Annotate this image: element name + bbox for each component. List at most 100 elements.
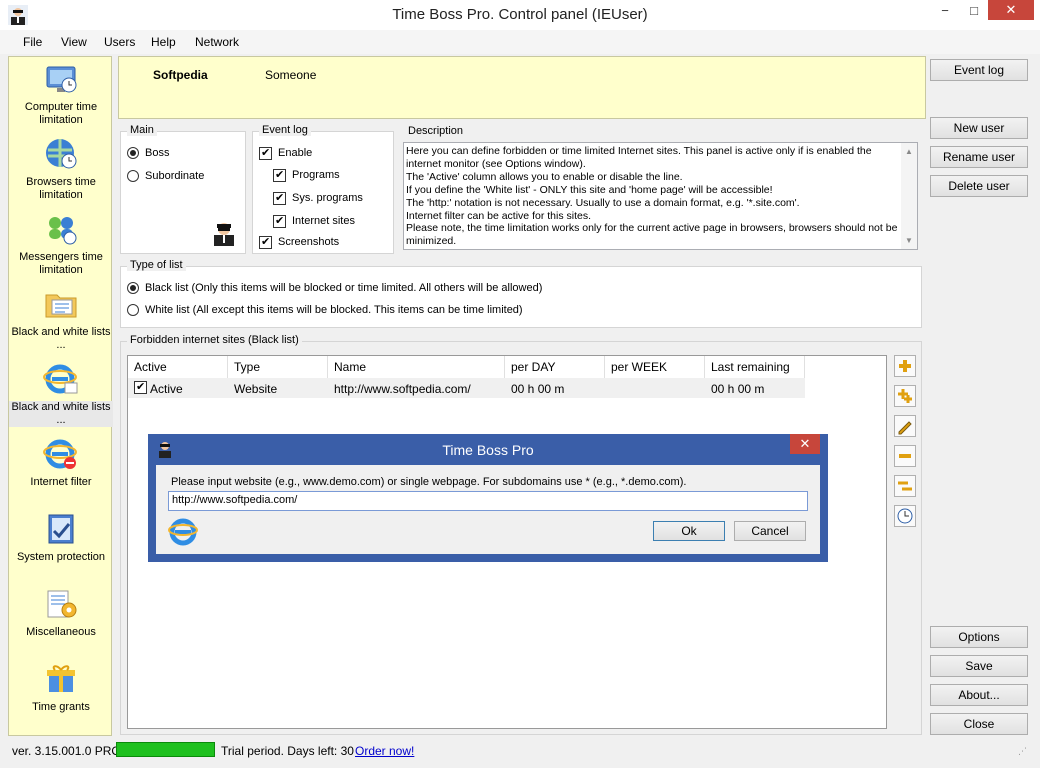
white-list-label: White list (All except this items will b… bbox=[145, 304, 523, 316]
dialog-body: Please input website (e.g., www.demo.com… bbox=[156, 465, 820, 554]
description-text: Here you can define forbidden or time li… bbox=[406, 145, 898, 248]
close-button[interactable]: Close bbox=[930, 713, 1028, 735]
product-name: Softpedia bbox=[153, 68, 208, 82]
dialog-close-button[interactable]: ✕ bbox=[790, 434, 820, 454]
window-title: Time Boss Pro. Control panel (IEUser) bbox=[392, 6, 648, 23]
menu-bar: File View Users Help Network bbox=[0, 30, 1040, 54]
sidebar-item-miscellaneous[interactable]: Miscellaneous bbox=[9, 586, 113, 639]
sys-programs-label: Sys. programs bbox=[292, 192, 363, 204]
column-header-per-day[interactable]: per DAY bbox=[505, 356, 605, 378]
subordinate-label: Subordinate bbox=[145, 170, 205, 182]
white-list-radio[interactable] bbox=[127, 304, 139, 316]
sidebar-item-black-white-lists-folder[interactable]: Black and white lists ... bbox=[9, 286, 113, 352]
sidebar-item-computer-time[interactable]: Computer time limitation bbox=[9, 61, 113, 127]
type-of-list-group: Type of list Black list (Only this items… bbox=[120, 259, 922, 328]
edit-site-button[interactable] bbox=[894, 415, 916, 437]
description-textarea[interactable]: Here you can define forbidden or time li… bbox=[403, 142, 918, 250]
subordinate-radio[interactable] bbox=[127, 170, 139, 182]
shield-icon bbox=[43, 511, 79, 547]
sidebar-item-label: Internet filter bbox=[30, 476, 92, 488]
row-last-remaining: 00 h 00 m bbox=[711, 382, 765, 396]
order-now-link[interactable]: Order now! bbox=[355, 744, 414, 758]
sidebar-item-internet-filter[interactable]: Internet filter bbox=[9, 436, 113, 489]
table-row[interactable]: Active Website http://www.softpedia.com/… bbox=[128, 378, 805, 398]
screenshots-label: Screenshots bbox=[278, 236, 340, 248]
cancel-button[interactable]: Cancel bbox=[734, 521, 806, 541]
about-button[interactable]: About... bbox=[930, 684, 1028, 706]
dialog-prompt: Please input website (e.g., www.demo.com… bbox=[171, 476, 687, 488]
event-log-button[interactable]: Event log bbox=[930, 59, 1028, 81]
menu-help[interactable]: Help bbox=[151, 35, 176, 49]
current-user-name: Someone bbox=[265, 68, 317, 82]
ie-list-icon bbox=[43, 361, 79, 397]
menu-users[interactable]: Users bbox=[104, 35, 135, 49]
sidebar-item-black-white-lists-internet[interactable]: Black and white lists ... bbox=[9, 361, 113, 427]
black-list-label: Black list (Only this items will be bloc… bbox=[145, 282, 543, 294]
menu-file[interactable]: File bbox=[23, 35, 42, 49]
screenshots-checkbox[interactable] bbox=[259, 235, 272, 249]
description-title: Description bbox=[405, 125, 467, 137]
programs-label: Programs bbox=[292, 169, 340, 181]
sidebar-item-label: Black and white lists ... bbox=[11, 326, 111, 351]
add-multiple-button[interactable] bbox=[894, 385, 916, 407]
close-window-button[interactable]: ✕ bbox=[988, 0, 1034, 20]
save-button[interactable]: Save bbox=[930, 655, 1028, 677]
boss-radio[interactable] bbox=[127, 147, 139, 159]
sidebar-item-messengers[interactable]: Messengers time limitation bbox=[9, 211, 113, 277]
sidebar-item-label: Computer time limitation bbox=[24, 101, 98, 126]
scroll-up-icon: ▲ bbox=[905, 147, 913, 156]
sidebar-item-browsers-time[interactable]: Browsers time limitation bbox=[9, 136, 113, 202]
internet-sites-checkbox[interactable] bbox=[273, 214, 286, 228]
add-site-button[interactable] bbox=[894, 355, 916, 377]
user-header-panel: Softpedia Someone bbox=[118, 56, 926, 119]
trial-progress-bar bbox=[116, 742, 215, 757]
description-scrollbar[interactable]: ▲ ▼ bbox=[901, 143, 917, 249]
remove-site-button[interactable] bbox=[894, 445, 916, 467]
column-header-last-remaining[interactable]: Last remaining ti... bbox=[705, 356, 805, 396]
messengers-icon bbox=[43, 211, 79, 247]
website-input[interactable]: http://www.softpedia.com/ bbox=[168, 491, 808, 511]
enable-label: Enable bbox=[278, 147, 313, 159]
sidebar-item-label: Black and white lists ... bbox=[9, 401, 113, 427]
version-label: ver. 3.15.001.0 PRO bbox=[12, 744, 121, 758]
clock-settings-button[interactable] bbox=[894, 505, 916, 527]
rename-user-button[interactable]: Rename user bbox=[930, 146, 1028, 168]
forbidden-sites-title: Forbidden internet sites (Black list) bbox=[127, 334, 302, 346]
sidebar-item-label: Time grants bbox=[32, 701, 90, 713]
sidebar-item-label: Browsers time limitation bbox=[26, 176, 96, 201]
ok-button[interactable]: Ok bbox=[653, 521, 725, 541]
enable-checkbox[interactable] bbox=[259, 146, 272, 160]
menu-view[interactable]: View bbox=[61, 35, 87, 49]
column-header-per-week[interactable]: per WEEK bbox=[605, 356, 705, 378]
sidebar: Computer time limitation Browsers time l… bbox=[8, 56, 113, 736]
options-button[interactable]: Options bbox=[930, 626, 1028, 648]
move-site-button[interactable] bbox=[894, 475, 916, 497]
column-header-active[interactable]: Active bbox=[128, 356, 228, 378]
new-user-button[interactable]: New user bbox=[930, 117, 1028, 139]
scroll-down-icon: ▼ bbox=[905, 236, 913, 245]
event-log-group-title: Event log bbox=[259, 124, 311, 136]
delete-user-button[interactable]: Delete user bbox=[930, 175, 1028, 197]
minimize-button[interactable]: − bbox=[930, 0, 960, 22]
sidebar-item-time-grants[interactable]: Time grants bbox=[9, 661, 113, 714]
dialog-title: Time Boss Pro bbox=[442, 442, 534, 458]
row-type: Website bbox=[234, 382, 278, 396]
description-group: Description Here you can define forbidde… bbox=[399, 125, 922, 254]
black-list-radio[interactable] bbox=[127, 282, 139, 294]
event-log-group: Event log Enable Programs Sys. programs … bbox=[252, 124, 394, 254]
folder-list-icon bbox=[43, 286, 79, 322]
misc-icon bbox=[43, 586, 79, 622]
sidebar-item-system-protection[interactable]: System protection bbox=[9, 511, 113, 564]
status-bar: ver. 3.15.001.0 PRO Trial period. Days l… bbox=[0, 738, 1040, 768]
row-active-checkbox[interactable] bbox=[134, 380, 147, 394]
maximize-button[interactable]: □ bbox=[960, 0, 988, 22]
column-header-type[interactable]: Type bbox=[228, 356, 328, 378]
input-website-dialog: Time Boss Pro ✕ Please input website (e.… bbox=[148, 434, 828, 562]
resize-grip-icon[interactable]: ⋰ bbox=[1018, 746, 1032, 760]
sys-programs-checkbox[interactable] bbox=[273, 191, 286, 205]
menu-network[interactable]: Network bbox=[195, 35, 239, 49]
trial-status: Trial period. Days left: 30 bbox=[221, 744, 354, 758]
column-header-name[interactable]: Name bbox=[328, 356, 505, 378]
programs-checkbox[interactable] bbox=[273, 168, 286, 182]
monitor-clock-icon bbox=[43, 61, 79, 97]
